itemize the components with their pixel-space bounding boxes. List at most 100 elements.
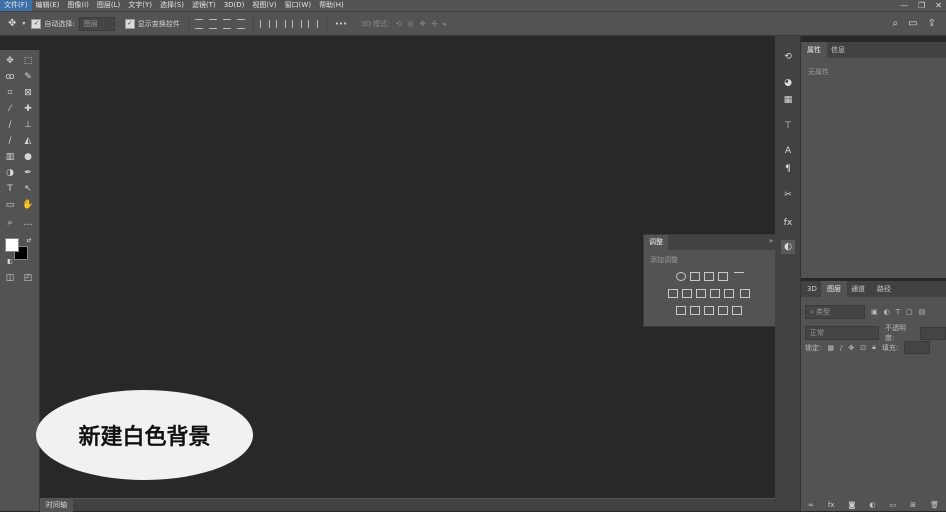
move-tool-icon[interactable]: ✥ <box>8 18 16 29</box>
menu-layer[interactable]: 图层(L) <box>93 0 124 11</box>
search-icon[interactable]: ⌕ <box>893 18 899 29</box>
blur-tool-icon[interactable]: ● <box>21 150 35 164</box>
invert-icon[interactable] <box>676 306 686 315</box>
align-left-icon[interactable] <box>194 18 203 29</box>
group-icon[interactable]: ▭ <box>890 501 897 511</box>
exposure-icon[interactable] <box>718 272 728 281</box>
curves-icon[interactable] <box>704 272 714 281</box>
styles-icon[interactable]: fx <box>781 216 795 230</box>
align-middle-icon[interactable] <box>275 19 286 28</box>
filter-shape-icon[interactable]: ▢ <box>906 308 913 316</box>
fill-field[interactable] <box>904 341 931 354</box>
black-white-icon[interactable] <box>710 289 720 298</box>
type-tool-icon[interactable]: T <box>3 182 17 196</box>
frame-tool-icon[interactable]: ⊠ <box>21 86 35 100</box>
menu-file[interactable]: 文件(F) <box>0 0 32 11</box>
layer-filter-dropdown[interactable]: ⌕ 类型 <box>805 305 865 319</box>
collapse-icon[interactable]: » <box>769 237 773 245</box>
tab-layers[interactable]: 图层 <box>821 281 847 297</box>
pan-3d-icon[interactable]: ✥ <box>420 20 426 28</box>
tab-3d[interactable]: 3D <box>801 281 823 297</box>
history-icon[interactable]: ⟲ <box>781 50 795 64</box>
orbit-3d-icon[interactable]: ⟲ <box>396 20 402 28</box>
align-center-icon[interactable] <box>208 18 217 29</box>
brush-tool-icon[interactable]: ∕ <box>3 118 17 132</box>
tab-adjustments[interactable]: 调整 <box>644 235 668 250</box>
align-right-icon[interactable] <box>222 18 231 29</box>
brightness-icon[interactable] <box>676 272 686 281</box>
paragraph-icon[interactable]: ¶ <box>781 162 795 176</box>
more-tools-icon[interactable]: … <box>21 216 35 230</box>
adjustment-layer-icon[interactable]: ◐ <box>869 501 875 511</box>
posterize-icon[interactable] <box>690 306 700 315</box>
new-layer-icon[interactable]: ⊞ <box>910 501 916 511</box>
photo-filter-icon[interactable] <box>724 289 734 298</box>
default-colors-icon[interactable]: ◧ <box>3 254 17 268</box>
stamp-tool-icon[interactable]: ⊥ <box>21 118 35 132</box>
tab-paths[interactable]: 路径 <box>871 281 897 297</box>
marquee-tool-icon[interactable]: ⬚ <box>21 54 35 68</box>
menu-type[interactable]: 文字(Y) <box>124 0 156 11</box>
more-options-button[interactable]: ••• <box>335 20 347 28</box>
gradient-tool-icon[interactable]: ▥ <box>3 150 17 164</box>
eraser-tool-icon[interactable]: ◭ <box>21 134 35 148</box>
minimize-button[interactable]: — <box>900 1 908 10</box>
filter-pixel-icon[interactable]: ▣ <box>871 308 878 316</box>
adjustments-icon[interactable]: ◐ <box>781 240 795 254</box>
levels-icon[interactable] <box>690 272 700 281</box>
history-brush-tool-icon[interactable]: ∕ <box>3 134 17 148</box>
delete-layer-icon[interactable]: 🗑︎ <box>930 501 939 511</box>
auto-select-dropdown[interactable]: 图层 <box>78 16 115 31</box>
swap-colors-icon[interactable]: ⇄ <box>22 233 36 247</box>
blend-mode-dropdown[interactable]: 正常 <box>805 326 880 340</box>
chevron-down-icon[interactable]: ▾ <box>22 20 25 27</box>
auto-select-checkbox[interactable]: ✓ <box>31 18 42 29</box>
eyedropper-tool-icon[interactable]: ⁄ <box>3 102 17 116</box>
share-icon[interactable]: ⇪ <box>928 18 936 29</box>
pen-tool-icon[interactable]: ✒ <box>21 166 35 180</box>
gradient-map-icon[interactable] <box>732 306 742 315</box>
menu-help[interactable]: 帮助(H) <box>315 0 348 11</box>
lock-paint-icon[interactable]: ∕ <box>840 344 842 352</box>
shape-tool-icon[interactable]: ▭ <box>3 198 17 212</box>
menu-select[interactable]: 选择(S) <box>156 0 188 11</box>
align-bottom-icon[interactable] <box>291 19 302 28</box>
color-balance-icon[interactable] <box>696 289 706 298</box>
tab-info[interactable]: 信息 <box>825 42 851 58</box>
layer-mask-icon[interactable]: ◙ <box>849 501 856 511</box>
show-transform-checkbox[interactable]: ✓ <box>124 18 135 29</box>
align-top-icon[interactable] <box>259 19 270 28</box>
camera-3d-icon[interactable]: ▸ <box>443 20 447 28</box>
swatches-icon[interactable]: ▦ <box>781 93 795 107</box>
character-icon[interactable]: A <box>781 144 795 158</box>
roll-3d-icon[interactable]: ◎ <box>407 20 413 28</box>
filter-adjust-icon[interactable]: ◐ <box>884 308 890 316</box>
path-select-tool-icon[interactable]: ↖ <box>21 182 35 196</box>
crop-tool-icon[interactable]: ⌗ <box>3 86 17 100</box>
close-button[interactable]: ✕ <box>935 1 942 10</box>
slide-3d-icon[interactable]: ✣ <box>431 20 437 28</box>
healing-tool-icon[interactable]: ✚ <box>21 102 35 116</box>
selective-color-icon[interactable] <box>718 306 728 315</box>
move-tool-icon[interactable]: ✥ <box>3 54 17 68</box>
restore-button[interactable]: ❐ <box>918 1 925 10</box>
lock-all-icon[interactable]: 🔒︎ <box>872 343 876 352</box>
screen-mode-icon[interactable]: ◰ <box>21 271 35 285</box>
lasso-tool-icon[interactable]: ꝏ <box>3 70 17 84</box>
dodge-tool-icon[interactable]: ◑ <box>3 166 17 180</box>
menu-window[interactable]: 窗口(W) <box>281 0 315 11</box>
tools-settings-icon[interactable]: ✂ <box>781 188 795 202</box>
filter-smart-icon[interactable]: ▤ <box>919 308 926 316</box>
opacity-field[interactable] <box>920 326 946 340</box>
timeline-tab[interactable]: 时间轴 <box>40 499 73 512</box>
threshold-icon[interactable] <box>704 306 714 315</box>
menu-3d[interactable]: 3D(D) <box>220 0 249 11</box>
menu-filter[interactable]: 滤镜(T) <box>188 0 220 11</box>
color-icon[interactable]: ◕ <box>781 76 795 90</box>
zoom-tool-icon[interactable]: ⌕ <box>3 216 17 230</box>
hue-icon[interactable] <box>682 289 692 298</box>
distribute-icon[interactable] <box>307 19 318 28</box>
lock-move-icon[interactable]: ✥ <box>848 344 854 352</box>
gradient-map-triangle-icon[interactable] <box>734 272 744 281</box>
foreground-color-swatch[interactable] <box>5 238 19 252</box>
